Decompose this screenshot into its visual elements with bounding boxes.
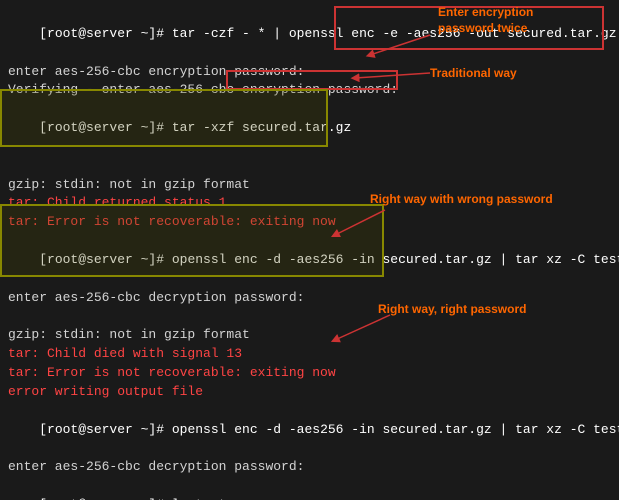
prompt-16: [root@server ~]# [39, 422, 172, 437]
line-12: gzip: stdin: not in gzip format [8, 326, 611, 345]
arrow-traditional [350, 68, 450, 88]
line-16: [root@server ~]# openssl enc -d -aes256 … [8, 402, 611, 459]
terminal: [root@server ~]# tar -czf - * | openssl … [0, 0, 619, 500]
box-error1 [0, 89, 328, 147]
annotation-wrong-pwd: Right way with wrong password [370, 192, 553, 208]
annotation-right-pwd: Right way, right password [378, 302, 526, 318]
arrow-right-pwd [330, 310, 395, 350]
line-18: [root@server ~]# ls test [8, 477, 611, 500]
cmd-16: openssl enc -d -aes256 -in secured.tar.g… [172, 422, 619, 437]
arrow-wrong-pwd [330, 205, 390, 245]
prompt-1: [root@server ~]# [39, 26, 172, 41]
arrow-enc [360, 30, 440, 60]
line-17: enter aes-256-cbc decryption password: [8, 458, 611, 477]
annotation-enc-password: Enter encryptionpassword twice [438, 5, 533, 36]
line-blank1 [8, 157, 611, 176]
line-13: tar: Child died with signal 13 [8, 345, 611, 364]
line-15: error writing output file [8, 383, 611, 402]
line-14: tar: Error is not recoverable: exiting n… [8, 364, 611, 383]
box-error2 [0, 204, 384, 277]
